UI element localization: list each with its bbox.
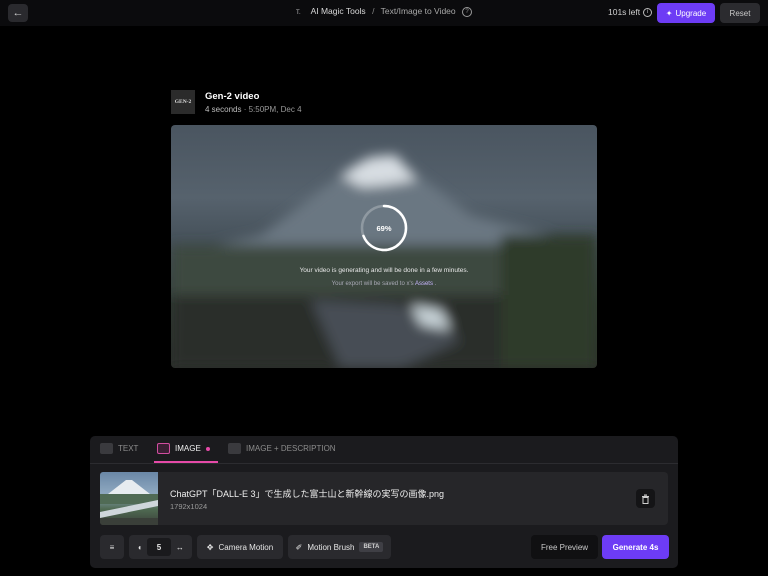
breadcrumb-separator: / [372, 6, 375, 16]
trash-icon [642, 494, 649, 504]
generation-duration: 4 seconds [205, 105, 242, 114]
tab-text[interactable]: TEXT [100, 443, 138, 454]
gen2-logo: GEN-2 [171, 90, 195, 114]
upgrade-label: Upgrade [675, 8, 707, 18]
sparkle-icon: ✦ [665, 8, 673, 18]
active-tab-underline [154, 461, 218, 463]
tab-image-description-label: IMAGE + DESCRIPTION [246, 444, 336, 453]
tab-text-label: TEXT [118, 444, 139, 453]
export-note: Your export will be saved to x's Assets … [171, 281, 597, 287]
info-icon[interactable]: i [643, 8, 653, 18]
gauge-icon: ◖ [137, 542, 142, 552]
breadcrumb-current: Text/Image to Video [380, 6, 456, 16]
sliders-icon: ≡ [109, 542, 115, 552]
breadcrumb: T. AI Magic Tools / Text/Image to Video … [0, 6, 768, 17]
free-preview-button[interactable]: Free Preview [531, 535, 598, 559]
file-thumbnail [100, 472, 158, 525]
meta-separator: · [243, 105, 247, 114]
export-prefix: Your export will be saved to x's [331, 281, 414, 287]
image-icon [157, 443, 170, 454]
credits-remaining: 101s left i [608, 7, 653, 18]
tab-image-description[interactable]: IMAGE + DESCRIPTION [228, 443, 336, 454]
assets-link[interactable]: Assets [415, 281, 433, 287]
uploaded-file-card: ChatGPT「DALL-E 3」で生成した富士山と新幹線の実写の画像.png … [100, 472, 668, 525]
motion-brush-button[interactable]: ✐ Motion Brush BETA [288, 535, 391, 559]
image-text-icon [228, 443, 241, 454]
tab-image[interactable]: IMAGE [157, 443, 210, 454]
seconds-control: ◖ 5 ↔ [129, 535, 192, 559]
progress-ring: 69% [359, 203, 409, 253]
delete-file-button[interactable] [636, 489, 655, 508]
generation-title: Gen-2 video [205, 91, 260, 102]
active-dot [205, 446, 210, 451]
export-suffix: . [434, 281, 437, 287]
top-bar: ← T. AI Magic Tools / Text/Image to Vide… [0, 0, 768, 26]
camera-motion-button[interactable]: ✥ Camera Motion [197, 535, 283, 559]
reset-button[interactable]: Reset [720, 3, 760, 23]
camera-motion-label: Camera Motion [218, 542, 274, 552]
generation-timestamp: 5:50PM, Dec 4 [248, 105, 302, 114]
settings-button[interactable]: ≡ [100, 535, 124, 559]
breadcrumb-tools-link[interactable]: AI Magic Tools [311, 6, 366, 16]
slider-handle-icon[interactable]: ↔ [176, 543, 184, 552]
generate-button[interactable]: Generate 4s [602, 535, 669, 559]
motion-brush-label: Motion Brush [307, 542, 355, 552]
credits-text: 101s left [608, 7, 641, 17]
file-name: ChatGPT「DALL-E 3」で生成した富士山と新幹線の実写の画像.png [170, 489, 445, 499]
text-icon [100, 443, 113, 454]
seconds-value[interactable]: 5 [146, 538, 171, 556]
progress-percent: 69% [376, 223, 392, 233]
generation-status: Your video is generating and will be don… [299, 267, 469, 274]
brush-icon: ✐ [295, 542, 303, 552]
beta-badge: BETA [359, 542, 384, 552]
mode-tabs: TEXT IMAGE IMAGE + DESCRIPTION [90, 436, 678, 464]
help-icon[interactable]: ? [462, 6, 473, 17]
video-preview: 69% Your video is generating and will be… [171, 125, 597, 368]
tool-icon: T. [295, 10, 301, 16]
upgrade-button[interactable]: ✦ Upgrade [657, 3, 715, 23]
move-icon: ✥ [206, 542, 214, 552]
file-dimensions: 1792x1024 [170, 502, 208, 511]
tab-image-label: IMAGE [175, 444, 201, 453]
generation-meta: 4 seconds · 5:50PM, Dec 4 [205, 105, 302, 114]
